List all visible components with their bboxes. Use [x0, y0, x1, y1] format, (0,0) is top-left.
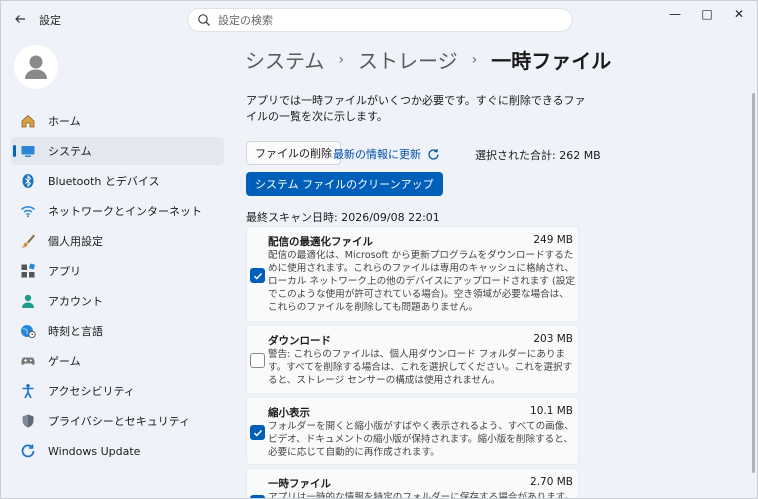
file-item-size: 2.70 MB [530, 476, 573, 488]
remove-files-button[interactable]: ファイルの削除 [246, 141, 341, 165]
title-bar: 設定 — □ ✕ [1, 1, 757, 37]
scrollbar[interactable] [752, 93, 755, 473]
sidebar-item-label: ネットワークとインターネット [48, 205, 202, 218]
checkmark-icon [253, 429, 263, 437]
brush-icon [19, 232, 37, 250]
file-item-description: アプリは一時的な情報を特定のフォルダーに保存する場合があります。これらは [268, 492, 575, 499]
sidebar-item-label: Windows Update [48, 444, 141, 458]
home-icon [19, 112, 37, 130]
sidebar-item-label: ゲーム [48, 355, 81, 368]
file-item-size: 10.1 MB [530, 405, 573, 417]
search-box[interactable] [187, 8, 573, 32]
sidebar-item-privacy-security[interactable]: プライバシーとセキュリティ [11, 407, 224, 435]
sidebar-item-system[interactable]: システム [11, 137, 224, 165]
sidebar-item-label: ホーム [48, 115, 81, 128]
page-title: 一時ファイル [491, 49, 612, 73]
cleanup-system-files-button[interactable]: システム ファイルのクリーンアップ [246, 172, 443, 196]
system-icon [19, 142, 37, 160]
back-arrow-icon [15, 15, 25, 23]
sidebar-item-label: アプリ [48, 265, 81, 278]
sidebar-item-label: アカウント [48, 295, 103, 308]
sidebar-item-accounts[interactable]: アカウント [11, 287, 224, 315]
wifi-icon [19, 202, 37, 220]
sidebar-item-personalization[interactable]: 個人用設定 [11, 227, 224, 255]
file-item-title: ダウンロード [268, 335, 331, 347]
sidebar-item-network[interactable]: ネットワークとインターネット [11, 197, 224, 225]
sidebar-item-home[interactable]: ホーム [11, 107, 224, 135]
maximize-button[interactable]: □ [690, 3, 724, 25]
sidebar-item-label: 個人用設定 [48, 235, 103, 248]
file-item-description: 警告: これらのファイルは、個人用ダウンロード フォルダーにあります。すべてを削… [268, 349, 573, 386]
file-item-size: 249 MB [533, 234, 573, 246]
shield-icon [19, 412, 37, 430]
file-item-downloads[interactable]: ダウンロード 203 MB 警告: これらのファイルは、個人用ダウンロード フォ… [246, 325, 579, 394]
sidebar-item-time-language[interactable]: 時刻と言語 [11, 317, 224, 345]
avatar[interactable] [14, 45, 58, 89]
globe-clock-icon [19, 322, 37, 340]
file-item-delivery-optimization[interactable]: 配信の最適化ファイル 249 MB 配信の最適化は、Microsoft から更新… [246, 226, 579, 322]
back-button[interactable] [9, 8, 31, 30]
sidebar-item-bluetooth[interactable]: Bluetooth とデバイス [11, 167, 224, 195]
last-scan-time: 最終スキャン日時: 2026/09/08 22:01 [246, 211, 440, 224]
file-checkbox[interactable] [250, 495, 265, 498]
file-item-title: 配信の最適化ファイル [268, 236, 373, 248]
breadcrumb-separator: › [338, 51, 345, 68]
sidebar-item-label: システム [48, 145, 92, 158]
account-icon [19, 292, 37, 310]
sidebar-item-label: アクセシビリティ [48, 385, 135, 398]
accessibility-icon [19, 382, 37, 400]
file-item-thumbnails[interactable]: 縮小表示 10.1 MB フォルダーを開くと縮小版がすばやく表示されるよう、すべ… [246, 397, 579, 465]
breadcrumb-separator: › [471, 51, 478, 68]
user-icon [25, 55, 47, 79]
sidebar-item-label: Bluetooth とデバイス [48, 175, 160, 188]
sidebar-item-label: 時刻と言語 [48, 325, 103, 338]
sidebar-nav: ホーム システム Bluetooth とデバイス ネットワークとインターネット … [11, 107, 224, 467]
file-item-description: フォルダーを開くと縮小版がすばやく表示されるよう、すべての画像、ビデオ、ドキュメ… [268, 421, 574, 458]
minimize-button[interactable]: — [658, 3, 692, 25]
file-checkbox[interactable] [250, 353, 265, 368]
search-input[interactable] [218, 11, 558, 29]
refresh-link-label: 最新の情報に更新 [333, 148, 421, 161]
gamepad-icon [19, 352, 37, 370]
file-item-temporary-files[interactable]: 一時ファイル 2.70 MB アプリは一時的な情報を特定のフォルダーに保存する場… [246, 468, 579, 499]
file-item-title: 一時ファイル [268, 478, 331, 490]
refresh-icon [428, 148, 439, 160]
search-icon [198, 14, 210, 26]
sidebar-item-windows-update[interactable]: Windows Update [11, 437, 224, 465]
file-item-title: 縮小表示 [268, 407, 310, 419]
settings-window: 設定 — □ ✕ ホーム システム [0, 0, 758, 499]
file-item-size: 203 MB [533, 333, 573, 345]
apps-icon [19, 262, 37, 280]
file-item-description: 配信の最適化は、Microsoft から更新プログラムをダウンロードするために使… [268, 250, 575, 313]
close-button[interactable]: ✕ [722, 3, 756, 25]
intro-text: アプリでは一時ファイルがいくつか必要です。すぐに削除できるファイルの一覧を次に示… [246, 94, 586, 123]
update-icon [19, 442, 37, 460]
total-selected: 選択された合計: 262 MB [475, 149, 601, 162]
sidebar-item-apps[interactable]: アプリ [11, 257, 224, 285]
breadcrumb-storage[interactable]: ストレージ [358, 45, 458, 74]
sidebar-item-accessibility[interactable]: アクセシビリティ [11, 377, 224, 405]
breadcrumb: システム › ストレージ › 一時ファイル [245, 45, 611, 74]
breadcrumb-system[interactable]: システム [245, 45, 324, 74]
sidebar-item-label: プライバシーとセキュリティ [48, 415, 191, 428]
refresh-link[interactable]: 最新の情報に更新 [333, 146, 440, 162]
sidebar-item-gaming[interactable]: ゲーム [11, 347, 224, 375]
file-checkbox[interactable] [250, 268, 265, 283]
checkmark-icon [253, 272, 263, 280]
bluetooth-icon [19, 172, 37, 190]
file-checkbox[interactable] [250, 425, 265, 440]
app-title: 設定 [39, 14, 61, 27]
